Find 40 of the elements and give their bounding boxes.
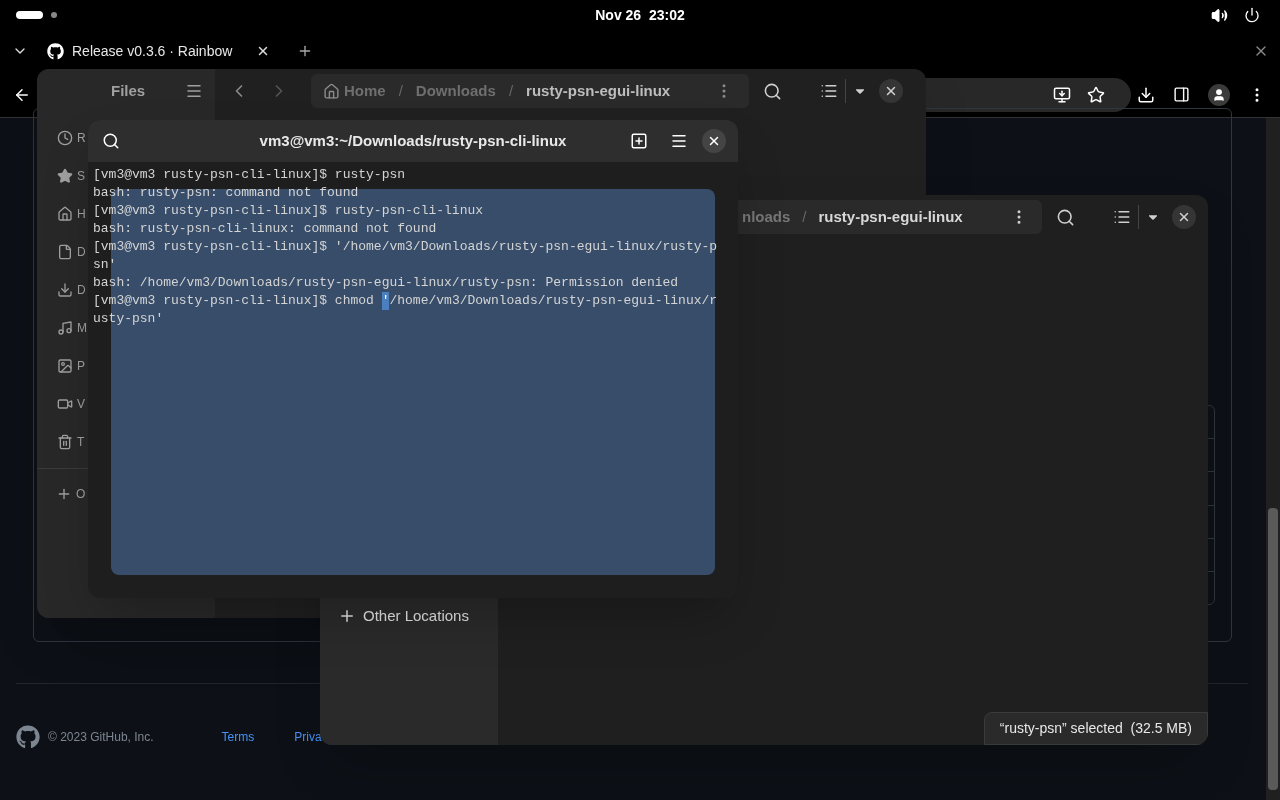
- sidebar-item[interactable]: S: [77, 170, 85, 182]
- sidebar-item[interactable]: P: [77, 360, 85, 372]
- path-segment[interactable]: rusty-psn-egui-linux: [818, 205, 963, 229]
- sidebar-item[interactable]: Other Locations: [363, 604, 469, 627]
- terminal-line: bash: rusty-psn-cli-linux: command not found: [93, 220, 438, 238]
- sidebar-item[interactable]: H: [77, 208, 86, 220]
- sidebar-item[interactable]: D: [77, 284, 86, 296]
- path-separator: /: [508, 80, 514, 101]
- app-title: Files: [111, 80, 146, 101]
- terminal-line: sn': [93, 256, 118, 274]
- terminal-line: [vm3@vm3 rusty-psn-cli-linux]$ rusty-psn-cli-linux: [93, 202, 485, 220]
- browser-tab[interactable]: Release v0.3.6 · Rainbow: [45, 34, 270, 68]
- sidebar-item[interactable]: V: [77, 398, 85, 410]
- path-separator: /: [802, 206, 807, 227]
- copyright-text: © 2023 GitHub, Inc.: [48, 729, 154, 746]
- sidebar-item[interactable]: D: [77, 246, 86, 258]
- text-cursor: ': [381, 292, 390, 310]
- footer-link[interactable]: Priva: [294, 728, 322, 746]
- terminal-line: bash: rusty-psn: command not found: [93, 184, 360, 202]
- terminal-line: [vm3@vm3 rusty-psn-cli-linux]$ chmod: [93, 292, 375, 310]
- path-bar[interactable]: Home / Downloads / rusty-psn-egui-linux: [311, 74, 749, 108]
- sidebar-item[interactable]: R: [77, 132, 86, 144]
- sidebar-item[interactable]: M: [77, 322, 87, 334]
- terminal-line: /home/vm3/Downloads/rusty-psn-egui-linux/r: [389, 292, 718, 310]
- terminal-line: bash: /home/vm3/Downloads/rusty-psn-egui-linux/rusty-psn: Permission denied: [93, 274, 680, 292]
- tab-title: Release v0.3.6 · Rainbow: [72, 41, 233, 61]
- clock[interactable]: Nov 26 23:02: [595, 4, 685, 26]
- selection-status: “rusty-psn” selected (32.5 MB): [983, 712, 1208, 745]
- terminal-line: [vm3@vm3 rusty-psn-cli-linux]$ '/home/vm3/Downloads/rusty-psn-egui-linux/rusty-p: [93, 238, 719, 256]
- path-segment[interactable]: rusty-psn-egui-linux: [526, 79, 671, 103]
- path-separator: /: [398, 80, 403, 101]
- footer-link[interactable]: Terms: [221, 728, 255, 746]
- path-segment[interactable]: nloads: [742, 205, 791, 229]
- path-segment[interactable]: Downloads: [415, 79, 496, 103]
- sidebar-item[interactable]: T: [77, 436, 85, 448]
- sidebar-item[interactable]: O: [76, 487, 86, 500]
- path-segment[interactable]: Home: [344, 79, 386, 103]
- terminal-line: [vm3@vm3 rusty-psn-cli-linux]$ rusty-psn: [93, 166, 407, 184]
- terminal-line: usty-psn': [93, 310, 165, 328]
- window-title: vm3@vm3:~/Downloads/rusty-psn-cli-linux: [259, 130, 567, 151]
